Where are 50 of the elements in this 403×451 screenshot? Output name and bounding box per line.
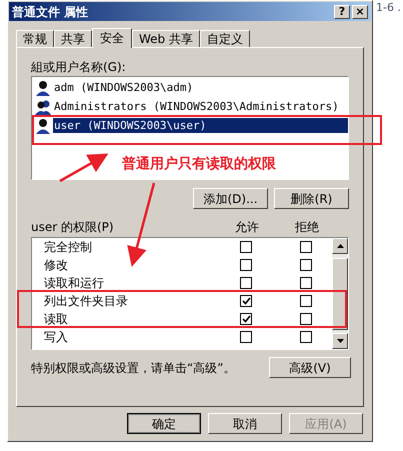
permission-name: 写入 [43,329,69,346]
tab[interactable]: 自定义 [200,30,250,47]
scrollbar[interactable] [332,238,348,349]
add-button[interactable]: 添加(D)... [193,188,268,209]
dialog-button[interactable]: 确定 [127,413,201,434]
user-icon [35,80,51,96]
checkbox[interactable] [240,259,252,271]
help-button[interactable]: ? [334,4,350,18]
arrow [59,154,108,182]
checkbox[interactable] [300,277,312,289]
permission-name: 列出文件夹目录 [43,293,129,310]
users-icon [35,98,51,114]
checkbox[interactable] [300,259,312,271]
annotation-text: 普通用户只有读取的权限 [122,154,276,174]
tab[interactable]: 共享 [54,30,92,47]
up-arrow-icon [336,244,344,248]
column-header: 允许 [234,219,260,236]
dialog-button[interactable]: 取消 [208,413,282,434]
checkbox[interactable] [300,331,312,343]
background-text: 1-6 . [376,0,401,16]
checkbox[interactable] [240,277,252,289]
list-item[interactable]: user (WINDOWS2003\user) [52,118,348,133]
permission-name: 修改 [43,257,69,274]
permission-name: 完全控制 [43,239,93,256]
advanced-button[interactable]: 高级(V) [269,357,351,378]
checkbox[interactable] [240,241,252,253]
checkbox[interactable] [240,331,252,343]
permission-name: 读取和运行 [43,275,105,292]
list-item[interactable]: Administrators (WINDOWS2003\Administrators) [53,99,340,114]
tab[interactable]: 安全 [92,28,132,48]
checkbox[interactable] [240,295,252,307]
remove-button[interactable]: 删除(R) [274,188,349,209]
hint-text: 特别权限或高级设置，请单击“高级”。 [31,360,236,376]
checkbox[interactable] [300,295,312,307]
list-label: 組或用户名称(G): [31,59,127,74]
permission-name: 读取 [43,311,69,328]
scroll-down-button[interactable] [332,333,348,349]
permissions-label: user 的权限(P) [31,219,115,236]
down-arrow-icon [336,339,344,343]
checkbox[interactable] [300,241,312,253]
list-item[interactable]: adm (WINDOWS2003\adm) [53,80,194,95]
close-button[interactable]: × [352,4,368,18]
column-header: 拒绝 [294,219,320,236]
checkbox[interactable] [300,313,312,325]
tab[interactable]: 常规 [16,30,54,47]
user-icon [35,118,51,134]
scroll-up-button[interactable] [332,238,348,254]
checkbox[interactable] [240,313,252,325]
tab[interactable]: Web 共享 [132,30,200,47]
window-title: 普通文件 属性 [12,4,90,20]
